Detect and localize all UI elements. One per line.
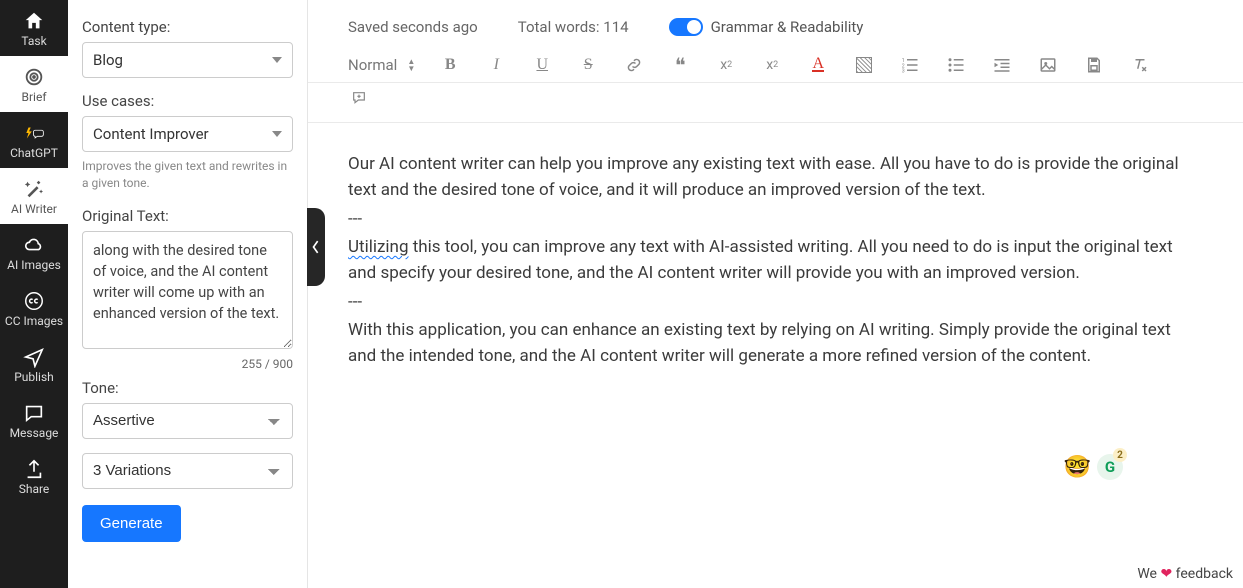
editor-status-bar: Saved seconds ago Total words: 114 Gramm… bbox=[308, 0, 1243, 46]
strikethrough-button[interactable]: S bbox=[577, 54, 599, 76]
underline-button[interactable]: U bbox=[531, 54, 553, 76]
nav-label: Publish bbox=[14, 370, 54, 384]
chevron-down-icon bbox=[272, 131, 282, 137]
variations-select[interactable]: 3 Variations bbox=[82, 453, 293, 489]
heart-icon: ❤ bbox=[1160, 566, 1172, 582]
grammar-label: Grammar & Readability bbox=[711, 18, 864, 36]
bold-button[interactable]: B bbox=[439, 54, 461, 76]
text-color-button[interactable]: A bbox=[807, 54, 829, 76]
grammar-readability-toggle[interactable]: Grammar & Readability bbox=[669, 18, 864, 36]
chevron-down-icon bbox=[272, 57, 282, 63]
doc-paragraph: Our AI content writer can help you impro… bbox=[348, 151, 1187, 204]
image-button[interactable] bbox=[1037, 54, 1059, 76]
collapse-sidebar-handle[interactable] bbox=[307, 208, 325, 286]
heading-value: Normal bbox=[348, 56, 397, 74]
content-type-select[interactable]: Blog bbox=[82, 42, 293, 78]
editor-toolbar-row2 bbox=[308, 83, 1243, 123]
upload-icon bbox=[23, 458, 45, 480]
heading-select[interactable]: Normal ▲▼ bbox=[348, 56, 415, 74]
nav-aiwriter[interactable]: AI Writer bbox=[0, 168, 68, 224]
nav-label: AI Images bbox=[7, 258, 61, 272]
nav-label: ChatGPT bbox=[10, 146, 58, 160]
feedback-link[interactable]: We ❤ feedback bbox=[1137, 566, 1233, 582]
nav-task[interactable]: Task bbox=[0, 0, 68, 56]
superscript-button[interactable]: x2 bbox=[761, 54, 783, 76]
cloud-image-icon bbox=[23, 234, 45, 256]
ordered-list-button[interactable]: 123 bbox=[899, 54, 921, 76]
nav-chatgpt[interactable]: ChatGPT bbox=[0, 112, 68, 168]
nerd-emoji-icon[interactable]: 🤓 bbox=[1064, 455, 1091, 480]
nav-share[interactable]: Share bbox=[0, 448, 68, 504]
nav-message[interactable]: Message bbox=[0, 392, 68, 448]
nav-brief[interactable]: Brief bbox=[0, 56, 68, 112]
content-type-label: Content type: bbox=[82, 18, 293, 36]
nav-ccimages[interactable]: CC Images bbox=[0, 280, 68, 336]
use-cases-select[interactable]: Content Improver bbox=[82, 116, 293, 152]
save-button[interactable] bbox=[1083, 54, 1105, 76]
feedback-post: feedback bbox=[1172, 566, 1233, 582]
clear-format-button[interactable] bbox=[1129, 54, 1151, 76]
comment-button[interactable] bbox=[348, 87, 370, 109]
tone-label: Tone: bbox=[82, 379, 293, 397]
grammarly-badge[interactable]: G 2 bbox=[1097, 454, 1123, 480]
grammarly-count: 2 bbox=[1113, 448, 1127, 462]
wand-icon bbox=[23, 178, 45, 200]
chat-icon bbox=[23, 402, 45, 424]
document-content[interactable]: Our AI content writer can help you impro… bbox=[308, 123, 1243, 392]
nav-label: CC Images bbox=[5, 314, 63, 328]
sort-icon: ▲▼ bbox=[407, 58, 415, 72]
nav-label: AI Writer bbox=[11, 202, 57, 216]
use-cases-helper: Improves the given text and rewrites in … bbox=[82, 158, 293, 193]
nav-label: Brief bbox=[22, 90, 47, 104]
nav-label: Message bbox=[10, 426, 59, 440]
doc-text: this tool, you can improve any text with… bbox=[348, 237, 1173, 283]
target-icon bbox=[23, 66, 45, 88]
hatch-icon bbox=[856, 57, 872, 73]
saved-status: Saved seconds ago bbox=[348, 18, 478, 36]
nav-publish[interactable]: Publish bbox=[0, 336, 68, 392]
nav-label: Share bbox=[19, 482, 50, 496]
doc-separator: --- bbox=[348, 289, 1187, 315]
indent-button[interactable] bbox=[991, 54, 1013, 76]
subscript-button[interactable]: x2 bbox=[715, 54, 737, 76]
link-button[interactable] bbox=[623, 54, 645, 76]
send-icon bbox=[23, 346, 45, 368]
tone-select[interactable]: Assertive bbox=[82, 403, 293, 439]
nav-aiimages[interactable]: AI Images bbox=[0, 224, 68, 280]
doc-separator: --- bbox=[348, 206, 1187, 232]
quote-button[interactable]: ❝ bbox=[669, 54, 691, 76]
editor-toolbar: Normal ▲▼ B I U S ❝ x2 x2 A 123 bbox=[308, 46, 1243, 83]
toggle-switch-icon bbox=[669, 18, 703, 36]
nav-label: Task bbox=[21, 34, 46, 48]
doc-paragraph: Utilizing this tool, you can improve any… bbox=[348, 234, 1187, 287]
cc-icon bbox=[23, 290, 45, 312]
grammarly-letter: G bbox=[1105, 458, 1115, 476]
floating-badges: 🤓 G 2 bbox=[1064, 454, 1123, 480]
generate-button[interactable]: Generate bbox=[82, 505, 181, 542]
doc-paragraph: With this application, you can enhance a… bbox=[348, 317, 1187, 370]
original-text-label: Original Text: bbox=[82, 207, 293, 225]
content-type-value: Blog bbox=[93, 51, 123, 69]
word-count: Total words: 114 bbox=[518, 18, 629, 36]
vertical-nav: Task Brief ChatGPT AI Writer AI Images bbox=[0, 0, 68, 588]
feedback-pre: We bbox=[1137, 566, 1160, 582]
char-counter: 255 / 900 bbox=[82, 357, 293, 371]
editor-area: Saved seconds ago Total words: 114 Gramm… bbox=[308, 0, 1243, 588]
spellcheck-word: Utilizing bbox=[348, 237, 409, 257]
italic-button[interactable]: I bbox=[485, 54, 507, 76]
use-cases-label: Use cases: bbox=[82, 92, 293, 110]
highlight-button[interactable] bbox=[853, 54, 875, 76]
home-icon bbox=[23, 10, 45, 32]
bolt-chat-icon bbox=[23, 122, 45, 144]
original-text-input[interactable] bbox=[82, 231, 293, 349]
bullet-list-button[interactable] bbox=[945, 54, 967, 76]
svg-text:3: 3 bbox=[902, 69, 905, 75]
sidebar-panel: Content type: Blog Use cases: Content Im… bbox=[68, 0, 308, 588]
use-cases-value: Content Improver bbox=[93, 125, 209, 143]
